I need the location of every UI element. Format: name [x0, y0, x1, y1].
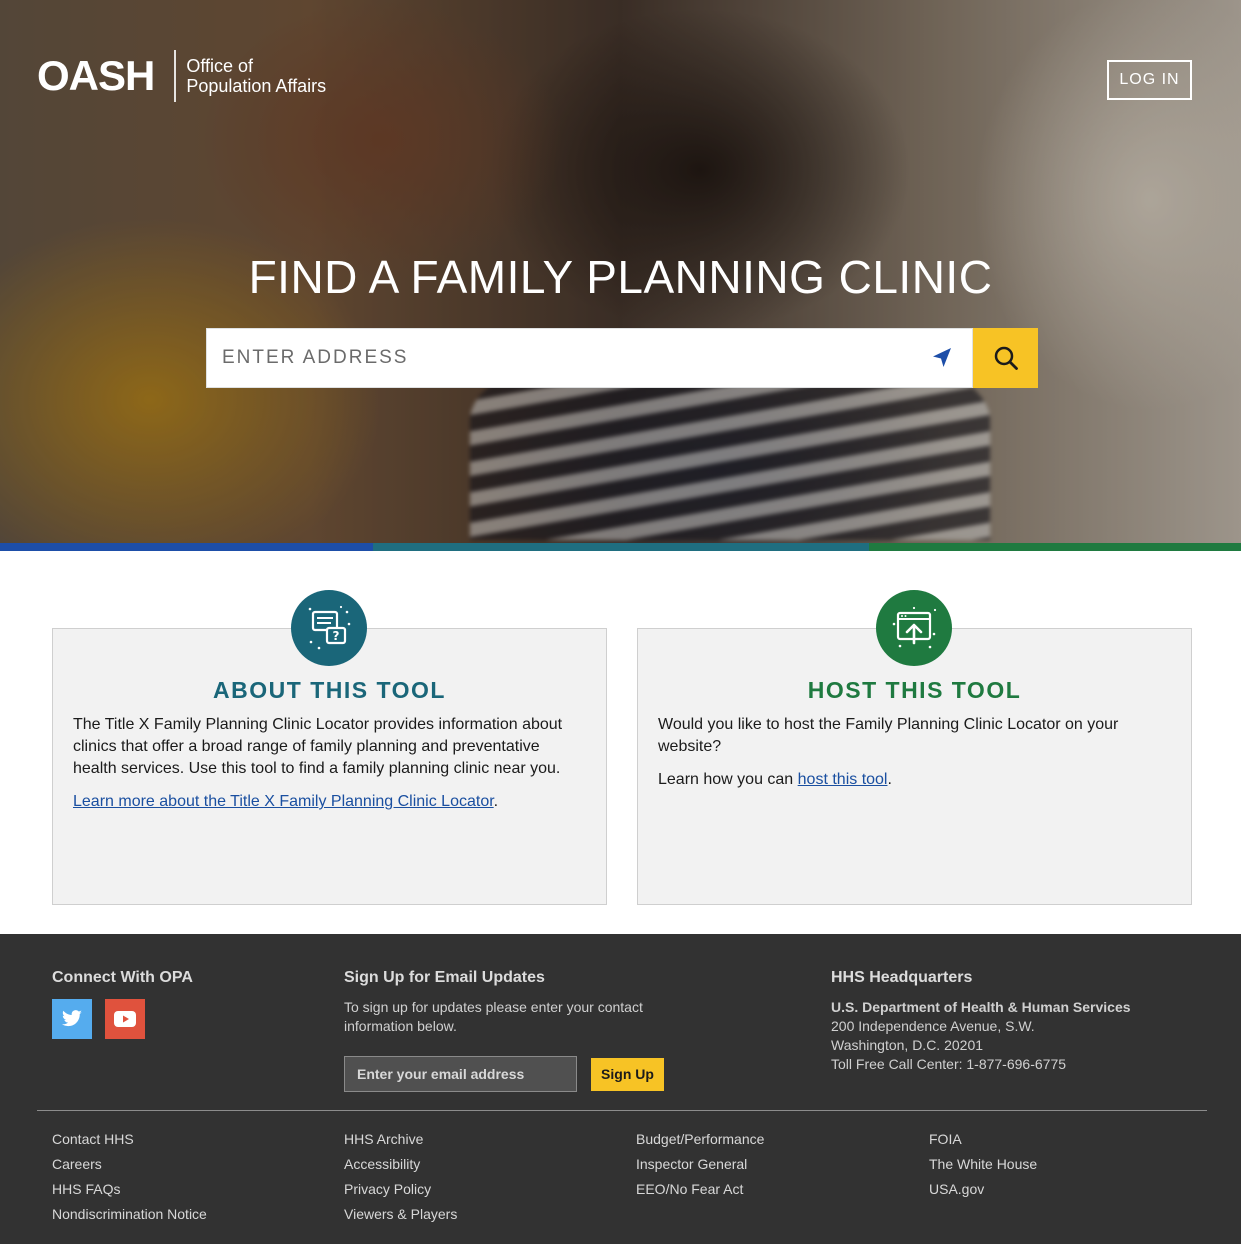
- hq-address-line1: 200 Independence Avenue, S.W.: [831, 1018, 1035, 1034]
- footer-link-usa-gov[interactable]: USA.gov: [929, 1177, 1037, 1202]
- hq-heading: HHS Headquarters: [831, 969, 973, 986]
- oash-logo[interactable]: OASH Office of Population Affairs: [37, 50, 326, 102]
- color-accent-bar: [0, 543, 1241, 551]
- footer-links-col-1: Contact HHS Careers HHS FAQs Nondiscrimi…: [52, 1127, 207, 1227]
- footer-hhs-headquarters: HHS Headquarters U.S. Department of Heal…: [831, 969, 1131, 1074]
- host-tool-link-paragraph: Learn how you can host this tool.: [658, 769, 1171, 791]
- logo-divider: [174, 50, 177, 102]
- footer-link-eeo[interactable]: EEO/No Fear Act: [636, 1177, 764, 1202]
- youtube-icon: [114, 1011, 136, 1027]
- footer-link-hhs-faqs[interactable]: HHS FAQs: [52, 1177, 207, 1202]
- twitter-icon: [62, 1010, 82, 1027]
- about-tool-card: ABOUT THIS TOOL The Title X Family Plann…: [52, 628, 607, 905]
- about-tool-link-paragraph: Learn more about the Title X Family Plan…: [73, 791, 586, 813]
- about-tool-heading: ABOUT THIS TOOL: [213, 677, 446, 703]
- email-signup-form: Sign Up: [344, 1056, 664, 1092]
- address-search-input[interactable]: [207, 329, 912, 387]
- host-tool-body: Would you like to host the Family Planni…: [638, 714, 1191, 791]
- hq-org-name: U.S. Department of Health & Human Servic…: [831, 999, 1131, 1015]
- footer-link-nondiscrimination[interactable]: Nondiscrimination Notice: [52, 1202, 207, 1227]
- accent-segment-teal: [373, 543, 869, 551]
- twitter-button[interactable]: [52, 999, 92, 1039]
- logo-mark: OASH: [37, 52, 155, 99]
- host-learn-prefix: Learn how you can: [658, 771, 798, 788]
- chat-question-icon: ?: [308, 605, 351, 650]
- logo-office-name: Office of Population Affairs: [186, 56, 326, 96]
- about-tool-body: The Title X Family Planning Clinic Locat…: [53, 714, 606, 813]
- location-arrow-icon: [933, 348, 951, 367]
- footer-link-inspector-general[interactable]: Inspector General: [636, 1152, 764, 1177]
- logo-name-line1: Office of: [186, 56, 254, 76]
- site-footer: Connect With OPA Sign Up for Email Updat…: [0, 934, 1241, 1244]
- social-links: [52, 999, 193, 1039]
- hero-banner: OASH Office of Population Affairs LOG IN…: [0, 0, 1241, 543]
- use-my-location-button[interactable]: [912, 329, 972, 387]
- footer-connect: Connect With OPA: [52, 969, 193, 1039]
- footer-divider: [37, 1110, 1207, 1111]
- address-search-bar: [206, 328, 1038, 388]
- learn-more-link[interactable]: Learn more about the Title X Family Plan…: [73, 793, 494, 810]
- svg-text:?: ?: [333, 629, 340, 643]
- hq-phone: Toll Free Call Center: 1-877-696-6775: [831, 1056, 1067, 1072]
- info-cards: ABOUT THIS TOOL The Title X Family Plann…: [0, 551, 1241, 934]
- hq-address-line2: Washington, D.C. 20201: [831, 1037, 984, 1053]
- footer-links-col-4: FOIA The White House USA.gov: [929, 1127, 1037, 1202]
- search-button[interactable]: [973, 328, 1038, 388]
- youtube-button[interactable]: [105, 999, 145, 1039]
- footer-link-careers[interactable]: Careers: [52, 1152, 207, 1177]
- sign-up-button[interactable]: Sign Up: [591, 1057, 664, 1091]
- footer-link-privacy-policy[interactable]: Privacy Policy: [344, 1177, 457, 1202]
- host-tool-card: HOST THIS TOOL Would you like to host th…: [637, 628, 1192, 905]
- logo-name-line2: Population Affairs: [186, 76, 327, 96]
- host-tool-heading: HOST THIS TOOL: [807, 677, 1022, 703]
- footer-link-accessibility[interactable]: Accessibility: [344, 1152, 457, 1177]
- host-this-tool-link[interactable]: host this tool: [798, 771, 888, 788]
- upload-window-icon: [892, 606, 937, 649]
- footer-link-viewers-players[interactable]: Viewers & Players: [344, 1202, 457, 1227]
- footer-links-col-2: HHS Archive Accessibility Privacy Policy…: [344, 1127, 457, 1227]
- email-signup-heading: Sign Up for Email Updates: [344, 969, 545, 986]
- footer-link-contact-hhs[interactable]: Contact HHS: [52, 1127, 207, 1152]
- accent-segment-green: [869, 543, 1241, 551]
- footer-link-hhs-archive[interactable]: HHS Archive: [344, 1127, 457, 1152]
- about-tool-icon-badge: ?: [291, 590, 367, 666]
- login-button[interactable]: LOG IN: [1107, 60, 1192, 100]
- address-search-field: [206, 328, 973, 388]
- email-signup-description: To sign up for updates please enter your…: [344, 999, 643, 1034]
- about-tool-description: The Title X Family Planning Clinic Locat…: [73, 716, 563, 777]
- email-field[interactable]: [344, 1056, 577, 1092]
- footer-email-signup: Sign Up for Email Updates To sign up for…: [344, 969, 664, 1092]
- about-link-suffix: .: [493, 793, 499, 810]
- footer-link-foia[interactable]: FOIA: [929, 1127, 1037, 1152]
- search-icon: [994, 346, 1018, 370]
- host-link-suffix: .: [887, 771, 892, 788]
- footer-link-budget[interactable]: Budget/Performance: [636, 1127, 764, 1152]
- accent-segment-blue: [0, 543, 373, 551]
- host-tool-description: Would you like to host the Family Planni…: [658, 716, 1119, 755]
- footer-links-col-3: Budget/Performance Inspector General EEO…: [636, 1127, 764, 1202]
- footer-link-white-house[interactable]: The White House: [929, 1152, 1037, 1177]
- host-tool-icon-badge: [876, 590, 952, 666]
- connect-heading: Connect With OPA: [52, 969, 193, 986]
- page-title: FIND A FAMILY PLANNING CLINIC: [248, 251, 993, 303]
